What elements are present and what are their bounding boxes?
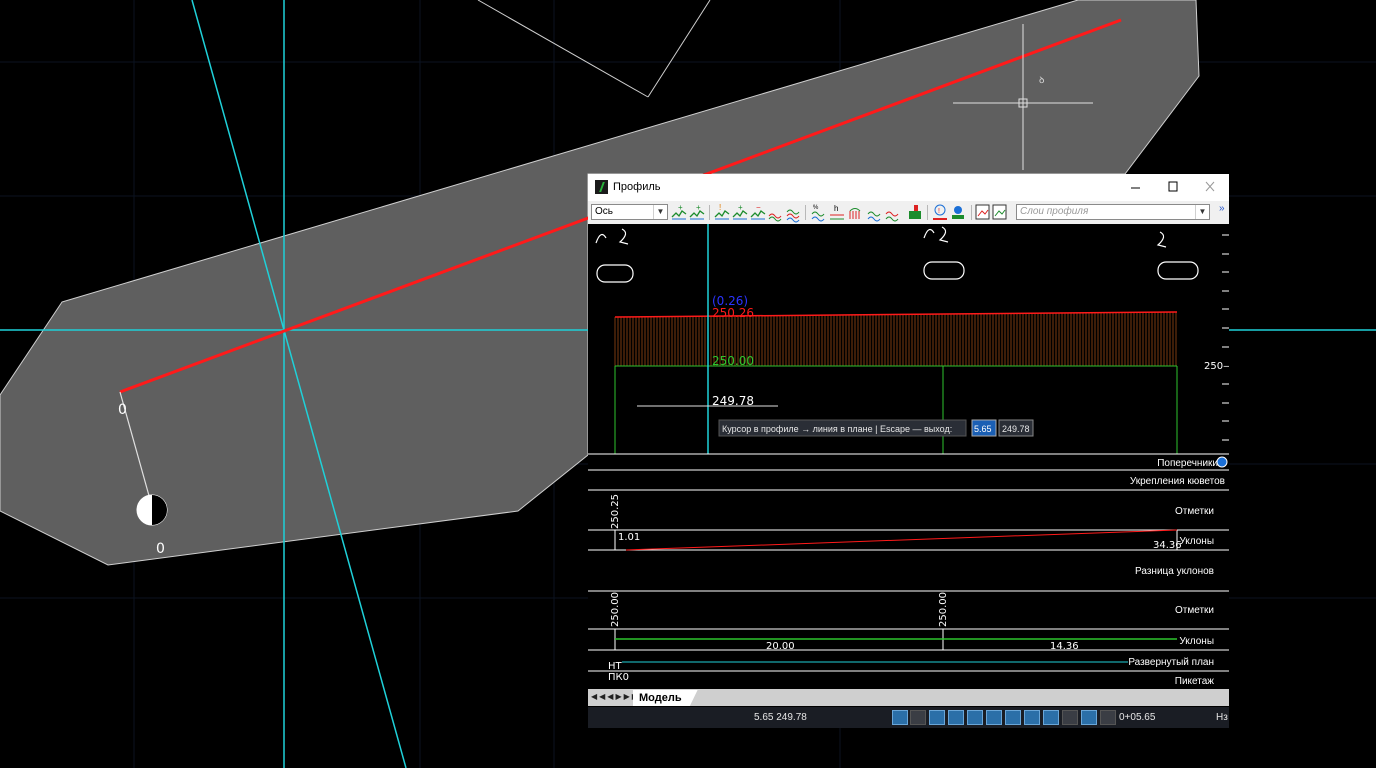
- profile-tool-17-icon[interactable]: [992, 204, 1007, 220]
- input-x-value: 5.65: [974, 424, 992, 434]
- otrack-toggle[interactable]: [986, 710, 1002, 725]
- profile-toolbar: Ось ▼ + + ! + − % h ! Слои профиля ▼ »: [588, 201, 1229, 225]
- band-label-slope-diff: Разница уклонов: [1135, 566, 1214, 577]
- pin-label-upper: 0: [118, 402, 127, 418]
- band-ground-length-1: 20.00: [766, 641, 795, 652]
- band-plan-text: НТ: [608, 661, 623, 672]
- close-button[interactable]: [1199, 178, 1221, 196]
- band-top-elevation: 250.25: [610, 494, 621, 529]
- grid-snap-toggle[interactable]: [910, 710, 926, 725]
- band-slope-end: 34.36: [1153, 540, 1182, 551]
- band-label-plan: Развернутый план: [1128, 657, 1214, 668]
- tab-model[interactable]: Модель: [633, 690, 698, 706]
- help-icon[interactable]: [1216, 456, 1228, 468]
- band-label-elevations-top: Отметки: [1175, 506, 1214, 517]
- band-label-picket: Пикетаж: [1175, 676, 1215, 687]
- svg-text:!: !: [719, 203, 721, 212]
- profile-tool-15-icon[interactable]: [952, 206, 964, 219]
- chevron-down-icon: ▼: [1195, 205, 1209, 219]
- profile-tool-16-icon[interactable]: [975, 204, 990, 220]
- cursor-prompt-text: Курсор в профиле → линия в плане | Escap…: [722, 424, 952, 434]
- profile-drawing[interactable]: 250— (0.26) 250.26 250.00 249.78 Курсор …: [588, 224, 1229, 688]
- close-icon: [1205, 181, 1215, 192]
- band-ground-elevation-2: 250.00: [938, 592, 949, 627]
- elevation-tick-250: 250—: [1204, 361, 1229, 372]
- maximize-button[interactable]: [1162, 178, 1184, 196]
- transparency-toggle[interactable]: [1062, 710, 1078, 725]
- window-title: Профиль: [613, 181, 661, 193]
- title-bar[interactable]: Профиль: [588, 174, 1229, 201]
- profile-tool-4-icon[interactable]: +: [732, 203, 748, 220]
- band-ground-elevation-1: 250.00: [610, 592, 621, 627]
- osnap-toggle[interactable]: [967, 710, 983, 725]
- svg-text:+: +: [678, 203, 683, 212]
- profile-tool-8-icon[interactable]: %: [811, 205, 825, 222]
- profile-window[interactable]: Профиль Ось ▼ + + ! + − % h ! Слои профи…: [588, 174, 1229, 728]
- status-coordinates: 5.65 249.78: [754, 712, 807, 723]
- profile-layers-placeholder: Слои профиля: [1020, 206, 1089, 217]
- minimize-button[interactable]: [1125, 178, 1147, 196]
- profile-tool-5-icon[interactable]: −: [750, 203, 766, 220]
- input-y-value: 249.78: [1002, 424, 1030, 434]
- svg-text:+: +: [738, 203, 743, 212]
- layout-tab-bar: ◀◀◀▶▶▶ Модель: [588, 689, 1229, 706]
- lineweight-toggle[interactable]: [1043, 710, 1059, 725]
- dynamic-input-toggle[interactable]: [1024, 710, 1040, 725]
- svg-text:−: −: [756, 203, 761, 212]
- band-label-ditch: Укрепления кюветов: [1130, 476, 1225, 487]
- band-picket-text: ПК0: [608, 672, 629, 683]
- band-label-crosssections: Поперечники: [1157, 458, 1218, 469]
- svg-text:!: !: [938, 208, 940, 215]
- band-label-slopes-ground: Уклоны: [1179, 636, 1214, 647]
- grid-display-toggle[interactable]: [892, 710, 908, 725]
- svg-text:%: %: [813, 205, 819, 211]
- plan-line-a: [477, 0, 649, 98]
- profile-layers-select[interactable]: Слои профиля ▼: [1016, 204, 1210, 220]
- maximize-icon: [1168, 181, 1178, 192]
- profile-tool-9-icon[interactable]: h: [830, 204, 844, 220]
- band-ground-length-2: 14.36: [1050, 641, 1079, 652]
- label-top-level: 250.26: [712, 306, 754, 320]
- app-icon: [595, 180, 608, 194]
- profile-tool-3-icon[interactable]: !: [714, 203, 730, 220]
- profile-tool-11-icon[interactable]: [867, 211, 881, 222]
- tab-nav-arrows-icon[interactable]: ◀◀◀▶▶▶: [591, 692, 640, 701]
- status-station: 0+05.65: [1119, 712, 1156, 723]
- label-ground-level: 250.00: [712, 354, 754, 368]
- profile-tool-7-icon[interactable]: [786, 209, 800, 223]
- profile-tool-1-icon[interactable]: +: [671, 203, 687, 220]
- profile-tool-13-icon[interactable]: [909, 205, 921, 219]
- status-ns[interactable]: Нз: [1216, 712, 1228, 723]
- profile-tool-6-icon[interactable]: [768, 213, 782, 222]
- profile-tool-12-icon[interactable]: [885, 211, 899, 222]
- svg-text:h: h: [834, 204, 838, 213]
- band-label-elevations-ground: Отметки: [1175, 605, 1214, 616]
- svg-text:+: +: [696, 203, 701, 212]
- crosshair-glyph: ꝺ: [1039, 76, 1044, 86]
- pin-label-lower: 0: [156, 541, 165, 557]
- more-chevron-icon[interactable]: »: [1219, 203, 1225, 214]
- annotation-toggle[interactable]: [1100, 710, 1116, 725]
- dynamic-ucs-toggle[interactable]: [1005, 710, 1021, 725]
- band-slope-start: 1.01: [618, 532, 640, 543]
- minimize-icon: [1131, 187, 1140, 189]
- profile-tool-10-icon[interactable]: [849, 208, 861, 220]
- status-bar: 5.65 249.78 0+05.65 Нз: [588, 707, 1229, 728]
- selection-cycling-toggle[interactable]: [1081, 710, 1097, 725]
- plan-line-b: [647, 0, 711, 98]
- label-cursor-level: 249.78: [712, 394, 754, 408]
- pin-circle-icon: [136, 494, 168, 526]
- profile-tool-2-icon[interactable]: +: [689, 203, 705, 220]
- band-label-slopes-top: Уклоны: [1179, 536, 1214, 547]
- polar-toggle[interactable]: [948, 710, 964, 725]
- profile-tool-14-icon[interactable]: !: [933, 204, 947, 220]
- ortho-toggle[interactable]: [929, 710, 945, 725]
